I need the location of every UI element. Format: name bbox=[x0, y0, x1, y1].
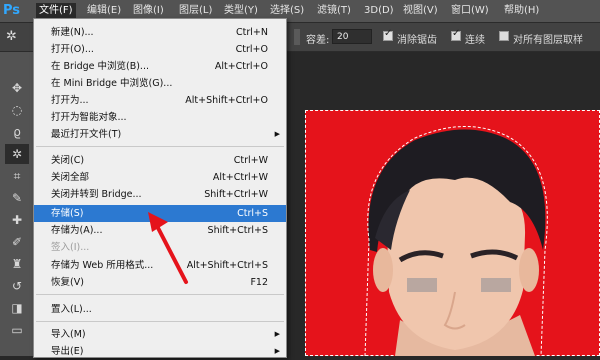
menu-close-go-bridge[interactable]: 关闭并转到 Bridge... Shift+Ctrl+W bbox=[34, 186, 286, 203]
tools-panel: ✥ ◌ ϱ ✲ ⌗ ✎ ✚ ✐ ♜ ↺ ◨ ▭ bbox=[0, 52, 35, 356]
menu-layer[interactable]: 图层(L) bbox=[176, 3, 215, 19]
submenu-arrow-icon: ▶ bbox=[274, 330, 280, 338]
menu-browse-mini-bridge[interactable]: 在 Mini Bridge 中浏览(G)... bbox=[34, 75, 286, 92]
menu-open-smart-object[interactable]: 打开为智能对象... bbox=[34, 109, 286, 126]
menu-3d[interactable]: 3D(D) bbox=[361, 3, 397, 19]
options-separator bbox=[294, 29, 300, 45]
menu-import[interactable]: 导入(M) ▶ bbox=[34, 326, 286, 343]
magic-wand-tool-icon[interactable]: ✲ bbox=[5, 144, 29, 164]
menu-recent-files[interactable]: 最近打开文件(T) ▶ bbox=[34, 126, 286, 143]
menu-window[interactable]: 窗口(W) bbox=[448, 3, 492, 19]
menu-open-as[interactable]: 打开为... Alt+Shift+Ctrl+O bbox=[34, 92, 286, 109]
tolerance-label: 容差: bbox=[306, 35, 330, 46]
menu-separator bbox=[36, 294, 284, 295]
menu-filter[interactable]: 滤镜(T) bbox=[314, 3, 354, 19]
menu-separator bbox=[36, 321, 284, 322]
brush-tool-icon[interactable]: ✐ bbox=[5, 232, 29, 252]
check-icon: ✓ bbox=[384, 28, 393, 39]
antialias-label: 消除锯齿 bbox=[397, 35, 437, 46]
menu-export[interactable]: 导出(E) ▶ bbox=[34, 343, 286, 360]
magic-wand-icon[interactable]: ✲ bbox=[6, 29, 22, 45]
contiguous-checkbox[interactable]: ✓ bbox=[451, 28, 461, 41]
contiguous-label: 连续 bbox=[465, 35, 485, 46]
photoshop-logo: Ps bbox=[3, 3, 21, 18]
healing-brush-tool-icon[interactable]: ✚ bbox=[5, 210, 29, 230]
menu-open[interactable]: 打开(O)... Ctrl+O bbox=[34, 41, 286, 58]
submenu-arrow-icon: ▶ bbox=[274, 347, 280, 355]
clone-stamp-tool-icon[interactable]: ♜ bbox=[5, 254, 29, 274]
antialias-checkbox[interactable]: ✓ bbox=[383, 28, 393, 41]
submenu-arrow-icon: ▶ bbox=[274, 130, 280, 138]
history-brush-tool-icon[interactable]: ↺ bbox=[5, 276, 29, 296]
document-canvas[interactable] bbox=[305, 110, 600, 356]
menu-file[interactable]: 文件(F) bbox=[36, 3, 76, 19]
eyedropper-tool-icon[interactable]: ✎ bbox=[5, 188, 29, 208]
menu-new[interactable]: 新建(N)... Ctrl+N bbox=[34, 24, 286, 41]
menu-browse-bridge[interactable]: 在 Bridge 中浏览(B)... Alt+Ctrl+O bbox=[34, 58, 286, 75]
menu-view[interactable]: 视图(V) bbox=[400, 3, 441, 19]
menu-close[interactable]: 关闭(C) Ctrl+W bbox=[34, 152, 286, 169]
marquee-tool-icon[interactable]: ◌ bbox=[5, 100, 29, 120]
tolerance-input[interactable] bbox=[332, 29, 372, 44]
menu-help[interactable]: 帮助(H) bbox=[501, 3, 542, 19]
eraser-tool-icon[interactable]: ◨ bbox=[5, 298, 29, 318]
crop-tool-icon[interactable]: ⌗ bbox=[5, 166, 29, 186]
portrait-photo bbox=[364, 126, 548, 356]
menu-close-all[interactable]: 关闭全部 Alt+Ctrl+W bbox=[34, 169, 286, 186]
menu-image[interactable]: 图像(I) bbox=[130, 3, 167, 19]
sample-all-label: 对所有图层取样 bbox=[513, 35, 583, 46]
menu-type[interactable]: 类型(Y) bbox=[221, 3, 261, 19]
check-icon: ✓ bbox=[452, 28, 461, 39]
move-tool-icon[interactable]: ✥ bbox=[5, 78, 29, 98]
annotation-arrow-icon bbox=[148, 212, 188, 284]
file-menu-dropdown: 新建(N)... Ctrl+N 打开(O)... Ctrl+O 在 Bridge 中… bbox=[33, 18, 287, 358]
menu-select[interactable]: 选择(S) bbox=[267, 3, 307, 19]
menu-edit[interactable]: 编辑(E) bbox=[84, 3, 124, 19]
menu-separator bbox=[36, 146, 284, 147]
lasso-tool-icon[interactable]: ϱ bbox=[5, 122, 29, 142]
menu-place[interactable]: 置入(L)... bbox=[34, 301, 286, 318]
gradient-tool-icon[interactable]: ▭ bbox=[5, 320, 29, 340]
sample-all-checkbox[interactable] bbox=[499, 31, 509, 41]
